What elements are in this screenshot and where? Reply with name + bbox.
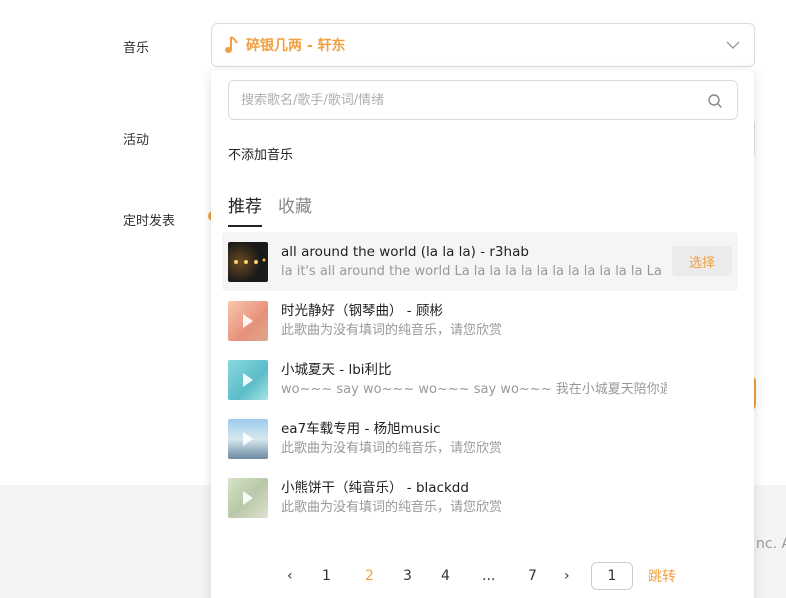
play-icon: [243, 431, 253, 446]
song-lyrics: 此歌曲为没有填词的纯音乐，请您欣赏: [281, 322, 503, 338]
song-cover: [228, 418, 268, 459]
song-cover: [228, 359, 268, 400]
music-select[interactable]: 碎银几两 - 轩东: [211, 23, 755, 67]
song-title: all around the world (la la la) - r3hab: [281, 243, 529, 260]
jump-button[interactable]: 跳转: [648, 566, 676, 586]
song-text: ea7车载专用 - 杨旭music 此歌曲为没有填词的纯音乐，请您欣赏: [281, 419, 667, 459]
song-cover: [228, 300, 268, 341]
play-icon: [243, 490, 253, 505]
pagination: ‹ 1 2 3 4 ... 7 › 跳转: [211, 562, 754, 592]
song-title: 小城夏天 - lbi利比: [281, 361, 392, 378]
selected-song: 碎银几两 - 轩东: [246, 38, 346, 54]
page-jump-input[interactable]: [591, 562, 633, 590]
search-box: [228, 80, 738, 120]
chevron-down-icon[interactable]: [726, 38, 740, 52]
song-text: 时光静好（钢琴曲） - 顾彬 此歌曲为没有填词的纯音乐，请您欣赏: [281, 301, 667, 341]
page-1[interactable]: 1: [322, 568, 331, 584]
song-title: ea7车载专用 - 杨旭music: [281, 420, 441, 437]
song-lyrics: 此歌曲为没有填词的纯音乐，请您欣赏: [281, 499, 503, 515]
no-music-option[interactable]: 不添加音乐: [228, 144, 293, 163]
activity-label: 活动: [123, 133, 150, 148]
page-7[interactable]: 7: [528, 568, 537, 584]
tab-recommend[interactable]: 推荐: [228, 192, 262, 227]
search-icon[interactable]: [707, 93, 723, 109]
song-cover: [228, 477, 268, 518]
page-ellipsis[interactable]: ...: [482, 568, 495, 584]
page-2[interactable]: 2: [365, 568, 374, 584]
music-tabs: 推荐 收藏: [228, 192, 312, 227]
tab-favorites[interactable]: 收藏: [278, 192, 312, 227]
schedule-label: 定时发表: [123, 214, 176, 229]
music-dropdown: 不添加音乐 推荐 收藏 all around the world (la la …: [211, 70, 754, 598]
song-item[interactable]: 时光静好（钢琴曲） - 顾彬 此歌曲为没有填词的纯音乐，请您欣赏: [222, 291, 738, 350]
song-title: 小熊饼干（纯音乐） - blackdd: [281, 479, 469, 496]
prev-page-button[interactable]: ‹: [287, 568, 293, 584]
song-cover: [228, 241, 268, 282]
select-button[interactable]: 选择: [672, 246, 732, 276]
song-lyrics: wo~~~ say wo~~~ wo~~~ say wo~~~ 我在小城夏天陪你…: [281, 381, 667, 397]
search-input[interactable]: [241, 92, 681, 108]
page-3[interactable]: 3: [403, 568, 412, 584]
page-4[interactable]: 4: [441, 568, 450, 584]
play-icon: [243, 313, 253, 328]
song-lyrics: 此歌曲为没有填词的纯音乐，请您欣赏: [281, 440, 503, 456]
song-item[interactable]: 小熊饼干（纯音乐） - blackdd 此歌曲为没有填词的纯音乐，请您欣赏: [222, 468, 738, 527]
song-title: 时光静好（钢琴曲） - 顾彬: [281, 302, 443, 319]
music-note-icon: [225, 36, 238, 53]
song-text: all around the world (la la la) - r3hab …: [281, 242, 667, 282]
song-list: all around the world (la la la) - r3hab …: [222, 232, 738, 527]
song-item[interactable]: all around the world (la la la) - r3hab …: [222, 232, 738, 291]
song-text: 小城夏天 - lbi利比 wo~~~ say wo~~~ wo~~~ say w…: [281, 360, 667, 400]
play-icon: [243, 372, 253, 387]
music-label: 音乐: [123, 41, 150, 56]
song-item[interactable]: ea7车载专用 - 杨旭music 此歌曲为没有填词的纯音乐，请您欣赏: [222, 409, 738, 468]
song-lyrics: la it's all around the world La la la la…: [281, 263, 667, 279]
footer-copyright: nc. All: [756, 536, 786, 552]
song-text: 小熊饼干（纯音乐） - blackdd 此歌曲为没有填词的纯音乐，请您欣赏: [281, 478, 667, 518]
song-item[interactable]: 小城夏天 - lbi利比 wo~~~ say wo~~~ wo~~~ say w…: [222, 350, 738, 409]
next-page-button[interactable]: ›: [564, 568, 570, 584]
